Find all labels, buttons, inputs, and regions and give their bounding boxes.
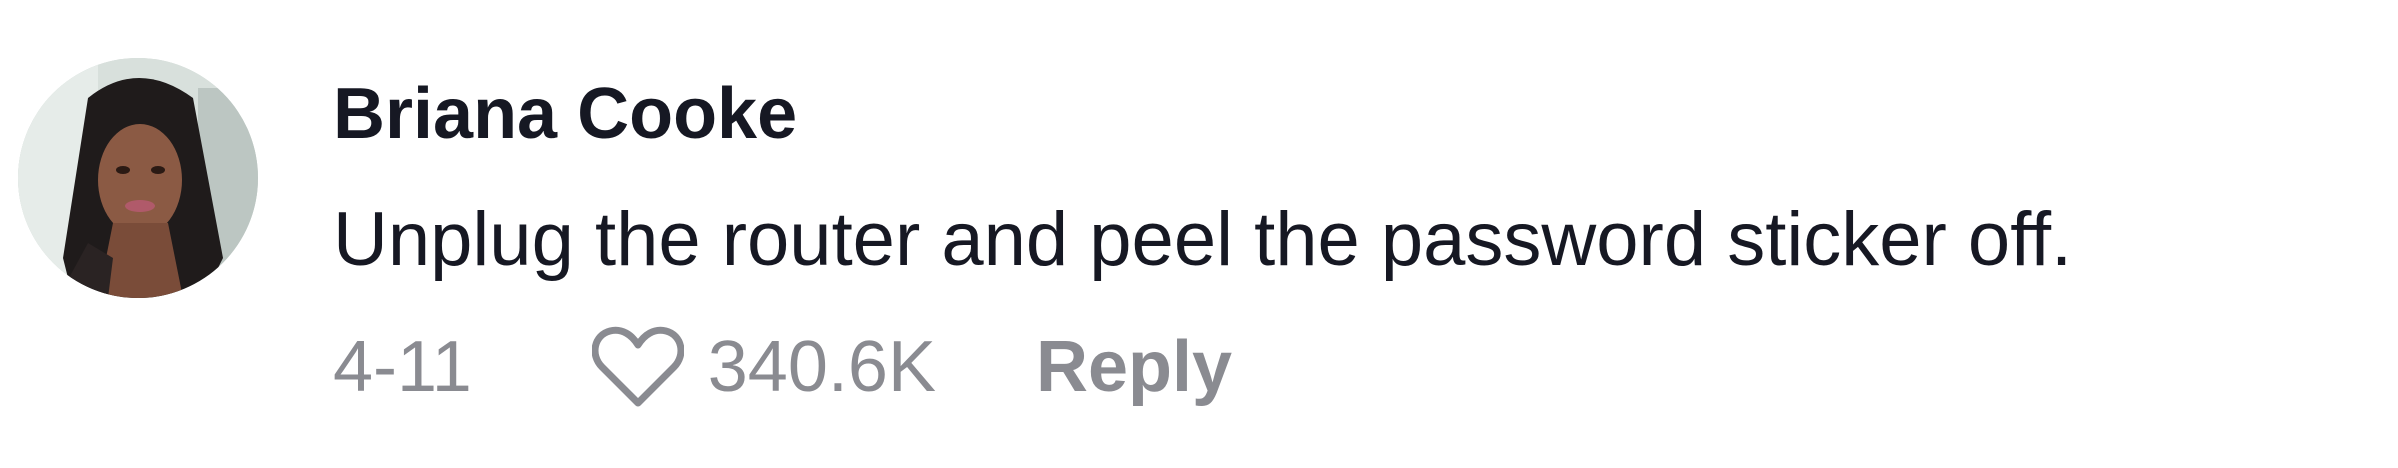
avatar[interactable]	[18, 58, 258, 298]
comment-item: Briana Cooke Unplug the router and peel …	[0, 0, 2398, 468]
heart-outline-icon	[591, 326, 684, 407]
comment-author[interactable]: Briana Cooke	[333, 78, 797, 150]
like-count: 340.6K	[707, 327, 936, 407]
reply-button[interactable]: Reply	[1036, 331, 1232, 403]
comment-meta: 4-11 340.6K Reply	[333, 322, 1232, 412]
comment-text: Unplug the router and peel the password …	[333, 197, 2073, 282]
avatar-image	[18, 58, 258, 298]
comment-date: 4-11	[333, 327, 472, 407]
like-button[interactable]: 340.6K	[591, 325, 936, 409]
